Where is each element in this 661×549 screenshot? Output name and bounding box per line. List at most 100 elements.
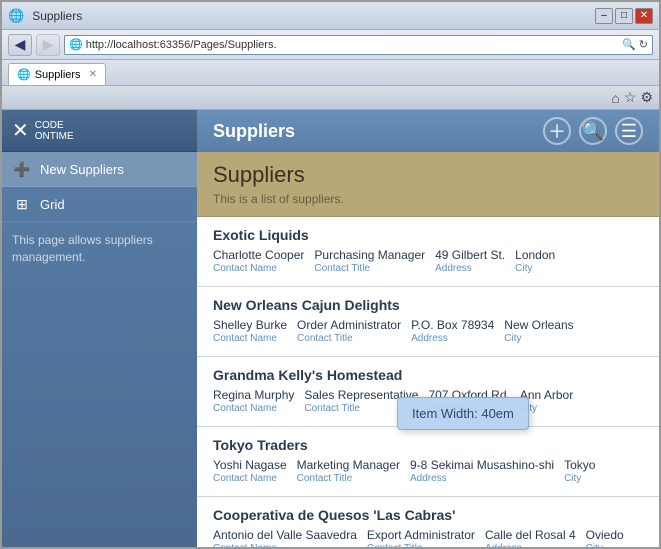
field-address-0: 49 Gilbert St. Address xyxy=(435,248,505,274)
title-bar-left: 🌐 Suppliers xyxy=(8,8,82,24)
settings-icon[interactable]: ⚙ xyxy=(640,89,653,106)
field-contact-title-3: Marketing Manager Contact Title xyxy=(297,458,400,484)
url-text: http://localhost:63356/Pages/Suppliers. xyxy=(86,39,619,51)
item-width-tooltip: Item Width: 40em xyxy=(397,397,529,430)
logo: CODE ONTIME xyxy=(35,120,74,142)
city-value-0: London xyxy=(515,248,555,262)
field-contact-title-4: Export Administrator Contact Title xyxy=(367,528,475,547)
home-icon[interactable]: ⌂ xyxy=(611,90,619,106)
refresh-button[interactable]: ↻ xyxy=(639,38,648,51)
field-contact-title-0: Purchasing Manager Contact Title xyxy=(314,248,425,274)
field-city-3: Tokyo City xyxy=(564,458,595,484)
minimize-button[interactable]: – xyxy=(595,8,613,24)
add-tool-button[interactable]: ＋ xyxy=(543,117,571,145)
sidebar-description: This page allows suppliers management. xyxy=(2,222,197,276)
address-label-0: Address xyxy=(435,263,505,274)
city-value-4: Oviedo xyxy=(586,528,624,542)
header-tools: ＋ 🔍 ☰ xyxy=(543,117,643,145)
main-header: Suppliers ＋ 🔍 ☰ xyxy=(197,110,659,152)
supplier-name-2: Grandma Kelly's Homestead xyxy=(213,367,643,383)
contact-title-value-4: Export Administrator xyxy=(367,528,475,542)
field-city-1: New Orleans City xyxy=(504,318,573,344)
forward-button[interactable]: ▶ xyxy=(36,34,60,56)
contact-name-label-4: Contact Name xyxy=(213,543,357,547)
supplier-name-1: New Orleans Cajun Delights xyxy=(213,297,643,313)
field-contact-name-0: Charlotte Cooper Contact Name xyxy=(213,248,304,274)
menu-tool-button[interactable]: ☰ xyxy=(615,117,643,145)
main-content: Suppliers ＋ 🔍 ☰ Suppliers This is a list… xyxy=(197,110,659,547)
city-value-1: New Orleans xyxy=(504,318,573,332)
contact-name-label-0: Contact Name xyxy=(213,263,304,274)
active-tab[interactable]: 🌐 Suppliers ✕ xyxy=(8,63,106,85)
suppliers-page-title: Suppliers xyxy=(213,162,643,188)
address-value-0: 49 Gilbert St. xyxy=(435,248,505,262)
supplier-fields-1: Shelley Burke Contact Name Order Adminis… xyxy=(213,318,643,344)
city-label-0: City xyxy=(515,263,555,274)
url-search-icon[interactable]: 🔍 xyxy=(622,38,636,51)
supplier-name-0: Exotic Liquids xyxy=(213,227,643,243)
field-contact-name-3: Yoshi Nagase Contact Name xyxy=(213,458,287,484)
contact-title-value-1: Order Administrator xyxy=(297,318,401,332)
new-suppliers-icon: ➕ xyxy=(12,161,32,178)
maximize-button[interactable]: □ xyxy=(615,8,633,24)
sidebar-item-new-suppliers[interactable]: ➕ New Suppliers xyxy=(2,152,197,187)
address-bar: ◀ ▶ 🌐 http://localhost:63356/Pages/Suppl… xyxy=(2,30,659,60)
city-label-1: City xyxy=(504,333,573,344)
city-value-3: Tokyo xyxy=(564,458,595,472)
contact-name-label-2: Contact Name xyxy=(213,403,294,414)
contact-name-value-4: Antonio del Valle Saavedra xyxy=(213,528,357,542)
suppliers-subtitle: This is a list of suppliers. xyxy=(213,192,643,206)
tab-favicon: 🌐 xyxy=(17,68,31,81)
browser-toolbar: ⌂ ☆ ⚙ xyxy=(2,86,659,110)
contact-name-value-0: Charlotte Cooper xyxy=(213,248,304,262)
back-button[interactable]: ◀ xyxy=(8,34,32,56)
close-button[interactable]: ✕ xyxy=(635,8,653,24)
field-contact-name-4: Antonio del Valle Saavedra Contact Name xyxy=(213,528,357,547)
address-value-1: P.O. Box 78934 xyxy=(411,318,494,332)
main-page-title: Suppliers xyxy=(213,121,295,142)
contact-title-value-3: Marketing Manager xyxy=(297,458,400,472)
title-bar: 🌐 Suppliers – □ ✕ xyxy=(2,2,659,30)
supplier-fields-3: Yoshi Nagase Contact Name Marketing Mana… xyxy=(213,458,643,484)
url-bar[interactable]: 🌐 http://localhost:63356/Pages/Suppliers… xyxy=(64,35,653,55)
contact-name-label-1: Contact Name xyxy=(213,333,287,344)
browser-title: Suppliers xyxy=(32,9,82,23)
content-scroll[interactable]: Suppliers This is a list of suppliers. E… xyxy=(197,152,659,547)
supplier-fields-0: Charlotte Cooper Contact Name Purchasing… xyxy=(213,248,643,274)
tooltip-text: Item Width: 40em xyxy=(412,406,514,421)
contact-name-value-1: Shelley Burke xyxy=(213,318,287,332)
browser-window: 🌐 Suppliers – □ ✕ ◀ ▶ 🌐 http://localhost… xyxy=(0,0,661,549)
contact-name-label-3: Contact Name xyxy=(213,473,287,484)
supplier-item-3: Tokyo Traders Yoshi Nagase Contact Name … xyxy=(197,427,659,497)
app-layout: ✕ CODE ONTIME ➕ New Suppliers ⊞ Grid Thi… xyxy=(2,110,659,547)
suppliers-header: Suppliers This is a list of suppliers. xyxy=(197,152,659,217)
url-favicon: 🌐 xyxy=(69,38,83,51)
address-label-4: Address xyxy=(485,543,576,547)
field-address-4: Calle del Rosal 4 Address xyxy=(485,528,576,547)
search-tool-button[interactable]: 🔍 xyxy=(579,117,607,145)
tab-bar: 🌐 Suppliers ✕ xyxy=(2,60,659,86)
sidebar-header: ✕ CODE ONTIME xyxy=(2,110,197,152)
contact-title-label-3: Contact Title xyxy=(297,473,400,484)
tab-close-button[interactable]: ✕ xyxy=(89,69,97,80)
address-label-1: Address xyxy=(411,333,494,344)
supplier-name-4: Cooperativa de Quesos 'Las Cabras' xyxy=(213,507,643,523)
address-label-3: Address xyxy=(410,473,554,484)
field-city-4: Oviedo City xyxy=(586,528,624,547)
contact-name-value-2: Regina Murphy xyxy=(213,388,294,402)
contact-title-label-4: Contact Title xyxy=(367,543,475,547)
field-address-1: P.O. Box 78934 Address xyxy=(411,318,494,344)
sidebar-new-suppliers-label: New Suppliers xyxy=(40,162,124,177)
field-city-0: London City xyxy=(515,248,555,274)
tab-label: Suppliers xyxy=(35,69,81,81)
contact-title-value-0: Purchasing Manager xyxy=(314,248,425,262)
sidebar-item-grid[interactable]: ⊞ Grid xyxy=(2,187,197,222)
contact-name-value-3: Yoshi Nagase xyxy=(213,458,287,472)
sidebar-grid-label: Grid xyxy=(40,197,65,212)
field-contact-title-1: Order Administrator Contact Title xyxy=(297,318,401,344)
field-address-3: 9-8 Sekimai Musashino-shi Address xyxy=(410,458,554,484)
sidebar: ✕ CODE ONTIME ➕ New Suppliers ⊞ Grid Thi… xyxy=(2,110,197,547)
supplier-item-0: Exotic Liquids Charlotte Cooper Contact … xyxy=(197,217,659,287)
favorites-icon[interactable]: ☆ xyxy=(624,89,637,106)
grid-icon: ⊞ xyxy=(12,196,32,213)
